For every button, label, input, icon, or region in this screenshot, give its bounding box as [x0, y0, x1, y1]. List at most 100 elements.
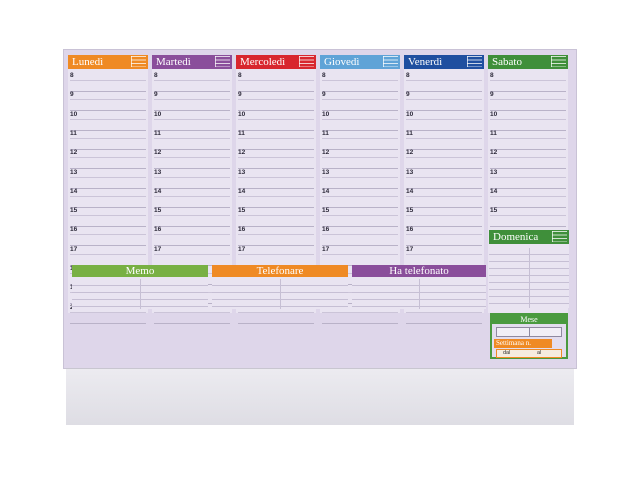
hour-slot[interactable]: 12	[322, 149, 398, 170]
hour-number: 11	[154, 129, 161, 137]
hour-slot[interactable]: 14	[490, 187, 566, 208]
hour-slot[interactable]: 16	[238, 226, 314, 247]
hour-slot[interactable]: 13	[70, 168, 146, 189]
ha-telefonato-title: Ha telefonato	[352, 265, 486, 277]
hour-slot[interactable]: 8	[238, 72, 314, 92]
hour-slot[interactable]: 8	[406, 72, 482, 92]
hour-slot[interactable]: 9	[322, 91, 398, 112]
hour-slot[interactable]: 8	[490, 72, 566, 92]
hour-slot[interactable]: 8	[70, 72, 146, 92]
hour-number: 14	[322, 187, 330, 195]
al-label: al	[537, 350, 542, 356]
hour-slot[interactable]: 8	[322, 72, 398, 92]
hour-slot[interactable]: 9	[154, 91, 230, 112]
hour-slot[interactable]: 13	[238, 168, 314, 189]
hour-number: 9	[70, 91, 74, 99]
settimana-field: dal al	[496, 349, 562, 358]
hour-number: 15	[70, 207, 78, 215]
day-label: Venerdì	[408, 56, 443, 68]
hour-slot[interactable]: 11	[154, 129, 230, 150]
hour-slot[interactable]: 9	[490, 91, 566, 112]
hour-number: 15	[490, 207, 498, 215]
hour-number: 12	[154, 149, 162, 157]
hour-slot[interactable]: 12	[70, 149, 146, 170]
hour-slot[interactable]: 15	[70, 207, 146, 228]
hour-number: 13	[322, 168, 330, 176]
hour-number: 10	[154, 110, 162, 118]
hour-number: 13	[238, 168, 246, 176]
hour-number: 16	[238, 226, 246, 234]
day-label: Lunedì	[72, 56, 104, 68]
hour-slot[interactable]: 16	[154, 226, 230, 247]
hour-number: 12	[322, 149, 330, 157]
hour-number: 13	[406, 168, 414, 176]
hour-slot[interactable]: 11	[406, 129, 482, 150]
hour-slot[interactable]: 13	[406, 168, 482, 189]
hour-slot[interactable]: 12	[490, 149, 566, 170]
hour-slot[interactable]: 12	[406, 149, 482, 170]
hour-slot[interactable]: 17	[238, 245, 314, 266]
hour-slot[interactable]: 14	[406, 187, 482, 208]
day-header: Martedì	[152, 55, 232, 69]
hour-slot[interactable]: 13	[490, 168, 566, 189]
hour-number: 17	[70, 245, 78, 253]
hour-slot[interactable]: 17	[322, 245, 398, 266]
hour-slot[interactable]: 10	[154, 110, 230, 131]
ha-telefonato-box: Ha telefonato	[352, 265, 486, 309]
hour-number: 17	[406, 245, 414, 253]
hour-slot[interactable]: 15	[238, 207, 314, 228]
day-label: Martedì	[156, 56, 191, 68]
hour-number: 10	[490, 110, 498, 118]
hour-number: 14	[490, 187, 498, 195]
day-header: Giovedì	[320, 55, 400, 69]
hour-slot[interactable]: 10	[322, 110, 398, 131]
hour-slot[interactable]: 13	[154, 168, 230, 189]
hour-number: 12	[70, 149, 78, 157]
hour-slot[interactable]: 17	[406, 245, 482, 266]
hour-slot[interactable]: 15	[490, 207, 566, 228]
dal-label: dal	[503, 350, 511, 356]
hour-number: 16	[154, 226, 162, 234]
mese-field	[496, 327, 562, 337]
hour-slot[interactable]: 13	[322, 168, 398, 189]
hour-slot[interactable]: 14	[238, 187, 314, 208]
domenica-label: Domenica	[493, 231, 539, 243]
day-label: Mercoledì	[240, 56, 286, 68]
hour-slot[interactable]: 12	[154, 149, 230, 170]
planner-stand	[66, 368, 574, 425]
hour-slot[interactable]: 12	[238, 149, 314, 170]
hour-slot[interactable]: 11	[490, 129, 566, 150]
hour-slot[interactable]: 15	[406, 207, 482, 228]
day-header: Lunedì	[68, 55, 148, 69]
header-note-lines	[131, 56, 146, 67]
hour-slot[interactable]: 9	[406, 91, 482, 112]
hour-slot[interactable]: 16	[70, 226, 146, 247]
hour-slot[interactable]: 9	[70, 91, 146, 112]
hour-number: 10	[238, 110, 246, 118]
hour-slot[interactable]: 9	[238, 91, 314, 112]
day-header: Venerdì	[404, 55, 484, 69]
hour-slot[interactable]: 11	[70, 129, 146, 150]
hour-number: 15	[322, 207, 330, 215]
hour-slot[interactable]: 15	[322, 207, 398, 228]
hour-slot[interactable]: 8	[154, 72, 230, 92]
header-note-lines	[383, 56, 398, 67]
hour-slot[interactable]: 16	[322, 226, 398, 247]
hour-slot[interactable]: 11	[322, 129, 398, 150]
hour-number: 13	[154, 168, 162, 176]
hour-number: 8	[490, 72, 494, 79]
hour-slot[interactable]: 14	[322, 187, 398, 208]
hour-slot[interactable]: 17	[70, 245, 146, 266]
hour-slot[interactable]: 11	[238, 129, 314, 150]
hour-number: 10	[70, 110, 78, 118]
hour-slot[interactable]: 16	[406, 226, 482, 247]
hour-slot[interactable]: 10	[490, 110, 566, 131]
hour-slot[interactable]: 10	[70, 110, 146, 131]
hour-slot[interactable]: 14	[154, 187, 230, 208]
hour-slot[interactable]: 10	[406, 110, 482, 131]
hour-number: 17	[238, 245, 246, 253]
hour-slot[interactable]: 17	[154, 245, 230, 266]
hour-slot[interactable]: 14	[70, 187, 146, 208]
hour-slot[interactable]: 15	[154, 207, 230, 228]
hour-slot[interactable]: 10	[238, 110, 314, 131]
